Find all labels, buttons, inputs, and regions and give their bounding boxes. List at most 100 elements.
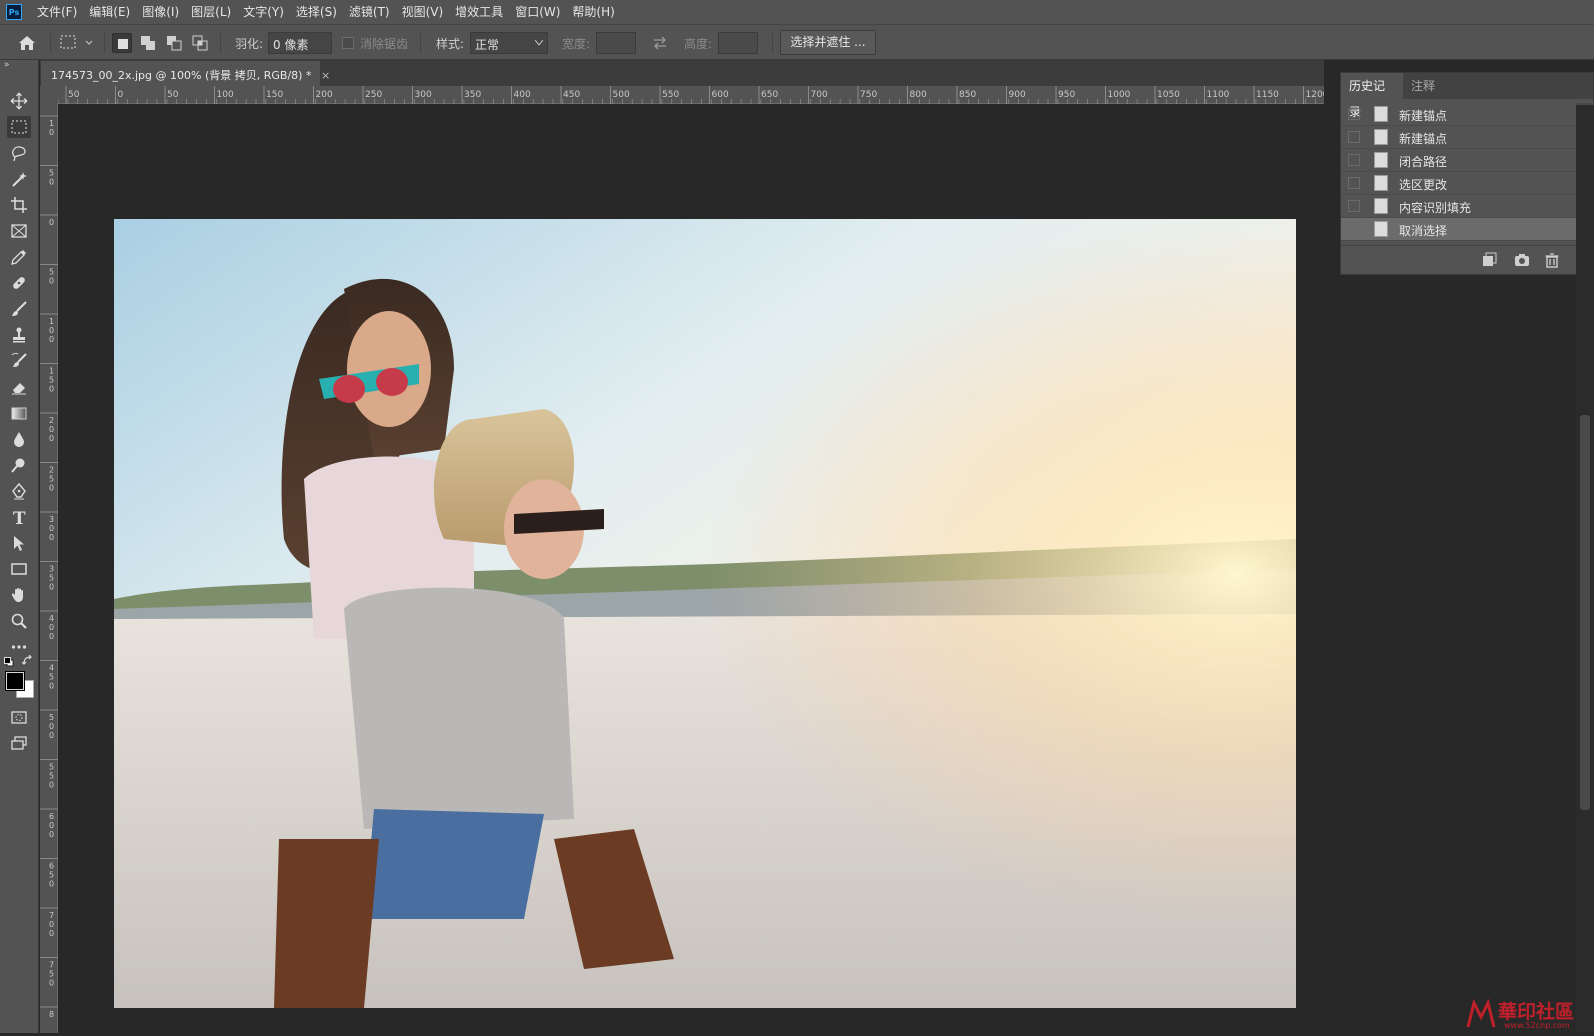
history-source-checkbox[interactable] (1348, 177, 1360, 189)
move-tool-icon[interactable] (7, 90, 31, 112)
ruler-tick-label: 0 (49, 218, 54, 227)
eraser-tool-icon[interactable] (7, 376, 31, 398)
type-tool-icon[interactable]: T (7, 506, 31, 528)
ruler-origin[interactable] (40, 86, 58, 104)
menu-item[interactable]: 窗口(W) (509, 0, 566, 24)
history-state-icon (1374, 175, 1388, 191)
path-selection-tool-icon[interactable] (7, 532, 31, 554)
ruler-tick-label: 0 (49, 425, 54, 434)
zoom-tool-icon[interactable] (7, 610, 31, 632)
photoshop-logo-icon[interactable]: Ps (6, 4, 22, 20)
history-source-checkbox[interactable] (1348, 108, 1360, 120)
history-state-icon (1374, 152, 1388, 168)
ruler-tick-label: 300 (415, 90, 432, 100)
ruler-tick-label: 5 (49, 772, 54, 781)
ruler-tick-label: 200 (316, 90, 333, 100)
close-tab-icon[interactable]: × (321, 69, 330, 82)
document-tab[interactable]: 174573_00_2x.jpg @ 100% (背景 拷贝, RGB/8) *… (41, 61, 330, 86)
rectangular-marquee-tool-icon[interactable] (7, 116, 31, 138)
height-input[interactable] (718, 32, 758, 54)
history-state-icon (1374, 221, 1388, 237)
swap-width-height-icon[interactable] (652, 35, 668, 51)
history-state-label: 选区更改 (1399, 178, 1448, 192)
history-source-checkbox[interactable] (1348, 131, 1360, 143)
menu-item[interactable]: 帮助(H) (566, 0, 620, 24)
ruler-tick-label: 5 (49, 673, 54, 682)
new-document-from-state-icon[interactable] (1481, 252, 1497, 268)
brush-tool-icon[interactable] (7, 298, 31, 320)
gradient-tool-icon[interactable] (7, 402, 31, 424)
history-state-row[interactable]: 取消选择 (1341, 218, 1581, 241)
canvas-scroll-thumb[interactable] (1580, 415, 1590, 810)
swap-colors-icon[interactable] (21, 654, 34, 667)
menu-item[interactable]: 选择(S) (290, 0, 343, 24)
canvas-vertical-scrollbar[interactable] (1576, 105, 1594, 1033)
frame-tool-icon[interactable] (7, 220, 31, 242)
default-colors-icon[interactable] (4, 656, 14, 667)
ruler-tick-label: 750 (860, 90, 877, 100)
ruler-tick-label: 1050 (1157, 90, 1180, 100)
history-state-label: 新建锚点 (1399, 132, 1448, 146)
intersect-selection-button[interactable] (190, 33, 210, 53)
history-state-row[interactable]: 闭合路径 (1341, 149, 1581, 172)
history-source-checkbox[interactable] (1348, 154, 1360, 166)
history-state-row[interactable]: 内容识别填充 (1341, 195, 1581, 218)
ruler-tick-label: 1 (49, 367, 54, 376)
dodge-tool-icon[interactable] (7, 454, 31, 476)
menu-item[interactable]: 视图(V) (396, 0, 450, 24)
history-source-checkbox[interactable] (1348, 223, 1360, 235)
quick-mask-icon[interactable] (7, 706, 31, 728)
ruler-tick-label: 950 (1058, 90, 1075, 100)
menu-item[interactable]: 图像(I) (136, 0, 185, 24)
select-and-mask-button[interactable]: 选择并遮住 ... (780, 30, 876, 55)
history-brush-tool-icon[interactable] (7, 350, 31, 372)
toolbar-collapse-icon[interactable]: » (4, 60, 18, 70)
vertical-ruler[interactable]: 1050050100150200250300350400450500550600… (40, 104, 58, 1033)
delete-state-trash-icon[interactable] (1544, 252, 1560, 268)
ruler-tick-label: 6 (49, 812, 54, 821)
ruler-tick-label: 5 (49, 574, 54, 583)
menu-item[interactable]: 滤镜(T) (343, 0, 396, 24)
rectangle-tool-icon[interactable] (7, 558, 31, 580)
screen-mode-icon[interactable] (7, 732, 31, 754)
menu-item[interactable]: 图层(L) (185, 0, 237, 24)
ruler-tick-label: 400 (514, 90, 531, 100)
feather-input[interactable]: 0 像素 (268, 32, 332, 54)
hand-tool-icon[interactable] (7, 584, 31, 606)
history-state-row[interactable]: 选区更改 (1341, 172, 1581, 195)
lasso-tool-icon[interactable] (7, 142, 31, 164)
add-to-selection-button[interactable] (138, 33, 158, 53)
ruler-tick-label: 1 (49, 119, 54, 128)
clone-stamp-tool-icon[interactable] (7, 324, 31, 346)
home-icon[interactable] (16, 32, 38, 54)
pen-tool-icon[interactable] (7, 480, 31, 502)
history-state-row[interactable]: 新建锚点 (1341, 126, 1581, 149)
tab-history[interactable]: 历史记录 (1341, 73, 1403, 119)
menu-item[interactable]: 编辑(E) (83, 0, 136, 24)
snapshot-camera-icon[interactable] (1514, 252, 1530, 268)
width-input[interactable] (596, 32, 636, 54)
ruler-tick-label: 2 (49, 416, 54, 425)
history-source-checkbox[interactable] (1348, 200, 1360, 212)
crop-tool-icon[interactable] (7, 194, 31, 216)
history-state-row[interactable]: 新建锚点 (1341, 103, 1581, 126)
eyedropper-tool-icon[interactable] (7, 246, 31, 268)
magic-wand-tool-icon[interactable] (7, 168, 31, 190)
blur-tool-icon[interactable] (7, 428, 31, 450)
marquee-preset-picker[interactable] (58, 33, 98, 53)
style-select[interactable]: 正常 (470, 32, 548, 54)
menu-item[interactable]: 文字(Y) (237, 0, 290, 24)
beach-photo-canvas[interactable] (114, 219, 1296, 1008)
healing-brush-tool-icon[interactable] (7, 272, 31, 294)
ruler-tick-label: 50 (167, 90, 179, 100)
new-selection-button[interactable] (112, 33, 132, 53)
menu-item[interactable]: 增效工具 (449, 0, 509, 24)
history-state-icon (1374, 198, 1388, 214)
subtract-from-selection-button[interactable] (164, 33, 184, 53)
antialias-checkbox[interactable] (342, 37, 354, 49)
horizontal-ruler[interactable]: 50 0 50 100 150 200 250 300 350 400 450 500 550 600 65… (57, 86, 1329, 104)
ruler-tick-label: 0 (49, 830, 54, 839)
tab-notes[interactable]: 注释 (1403, 73, 1443, 99)
menu-item[interactable]: 文件(F) (31, 0, 83, 24)
foreground-color-swatch[interactable] (5, 671, 25, 691)
